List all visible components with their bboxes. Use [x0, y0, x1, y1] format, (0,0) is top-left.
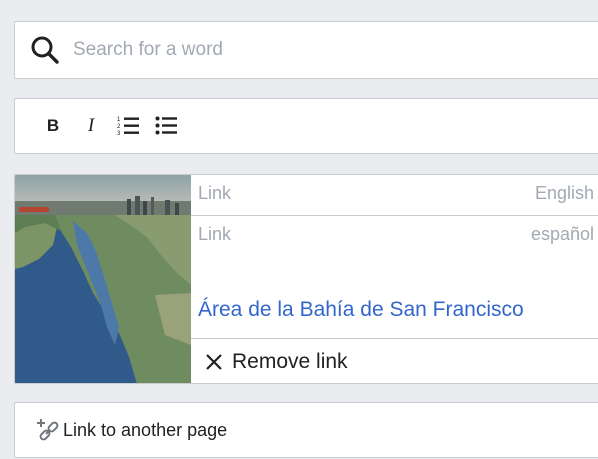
italic-button[interactable]: I [73, 108, 109, 144]
bold-button[interactable]: B [35, 108, 71, 144]
link-row-english[interactable]: Link English [191, 175, 598, 216]
numbered-list-button[interactable]: 1 2 3 [111, 108, 147, 144]
linked-article-title[interactable]: Área de la Bahía de San Francisco [198, 298, 524, 322]
link-language-spanish: español [530, 224, 594, 244]
numbered-list-icon: 1 2 3 [117, 117, 139, 137]
link-thumbnail [15, 175, 191, 383]
link-to-another-page-label: Link to another page [63, 419, 228, 440]
link-label: Link [198, 224, 232, 244]
link-language-english: English [534, 183, 594, 203]
remove-link-button[interactable]: Remove link [191, 340, 598, 383]
bullet-list-button[interactable] [149, 108, 185, 144]
link-row-spanish[interactable]: Link español Área de la Bahía de San Fra… [191, 216, 598, 339]
svg-text:1: 1 [117, 117, 121, 123]
link-label: Link [198, 183, 232, 203]
bullet-list-icon [155, 116, 177, 135]
close-icon [204, 352, 224, 372]
link-to-another-page-button[interactable]: Link to another page [14, 402, 598, 458]
svg-text:2: 2 [117, 124, 121, 130]
svg-text:3: 3 [117, 131, 121, 137]
search-icon [29, 34, 61, 66]
search-input[interactable] [71, 38, 555, 62]
formatting-toolbar: B I 1 2 3 [14, 98, 598, 154]
link-card: Link English Link español Área de la Bah… [14, 174, 598, 384]
add-link-icon [35, 417, 61, 443]
search-box[interactable] [14, 21, 598, 79]
remove-link-label: Remove link [232, 350, 348, 373]
